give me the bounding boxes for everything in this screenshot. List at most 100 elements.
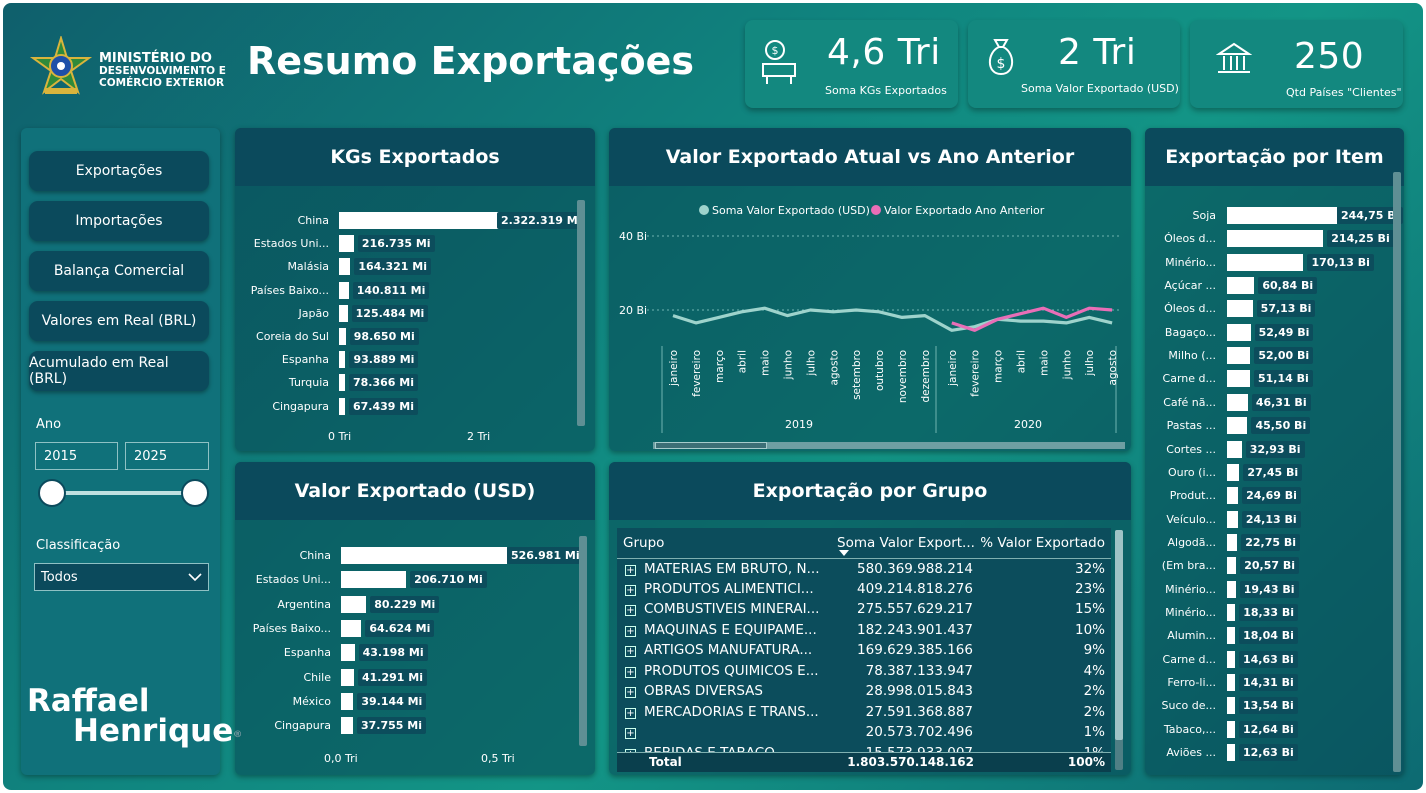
item-label: Óleos d...: [1164, 302, 1216, 316]
item-value: 45,50 Bi: [1251, 417, 1311, 435]
expand-icon[interactable]: +: [625, 666, 636, 678]
expand-icon[interactable]: +: [625, 728, 636, 740]
table-row[interactable]: + MATERIAS EM BRUTO, N... 580.369.988.214…: [617, 558, 1111, 579]
item-bar[interactable]: [1227, 744, 1235, 762]
group-scrollbar-thumb[interactable]: [1115, 530, 1123, 740]
item-bar[interactable]: [1227, 417, 1248, 435]
usd-scrollbar[interactable]: [579, 536, 587, 746]
usd-bar[interactable]: [341, 547, 507, 564]
ano-to-input[interactable]: 2025: [125, 442, 209, 470]
line-hscroll-thumb[interactable]: [655, 442, 767, 449]
expand-icon[interactable]: +: [625, 584, 636, 596]
usd-bar[interactable]: [341, 571, 407, 589]
nav-exportacoes-button[interactable]: Exportações: [29, 151, 209, 191]
kgs-bar[interactable]: [339, 351, 346, 369]
usd-bar[interactable]: [341, 595, 367, 613]
kgs-bar[interactable]: [339, 374, 345, 392]
item-bar[interactable]: [1227, 720, 1235, 738]
item-bar[interactable]: [1227, 463, 1240, 481]
expand-icon[interactable]: +: [625, 625, 636, 637]
usd-bar[interactable]: [341, 668, 354, 686]
kgs-bar[interactable]: [339, 397, 345, 415]
group-pct: 2%: [1083, 703, 1105, 720]
usd-value: 206.710 Mi: [410, 571, 487, 589]
kgs-bar[interactable]: [339, 328, 346, 345]
item-label: Produt...: [1169, 489, 1216, 503]
table-row[interactable]: + COMBUSTIVEIS MINERAI... 275.557.629.217…: [617, 599, 1111, 620]
nav-importacoes-button[interactable]: Importações: [29, 201, 209, 241]
item-bar[interactable]: [1227, 393, 1248, 411]
usd-title: Valor Exportado (USD): [235, 462, 595, 520]
kgs-bar[interactable]: [339, 212, 499, 229]
item-bar[interactable]: [1227, 487, 1239, 505]
kgs-bar[interactable]: [339, 235, 354, 253]
item-bar[interactable]: [1227, 674, 1235, 691]
table-row[interactable]: + OBRAS DIVERSAS 28.998.015.843 2%: [617, 681, 1111, 702]
item-bar[interactable]: [1227, 277, 1255, 295]
item-bar[interactable]: [1227, 533, 1238, 551]
usd-bar[interactable]: [341, 644, 355, 662]
nav-valores-real-button[interactable]: Valores em Real (BRL): [29, 301, 209, 341]
expand-icon[interactable]: +: [625, 707, 636, 719]
usd-bar[interactable]: [341, 717, 353, 735]
expand-icon[interactable]: +: [625, 564, 636, 576]
item-bar[interactable]: [1227, 603, 1236, 621]
nav-acumulado-real-button[interactable]: Acumulado em Real (BRL): [29, 351, 209, 391]
table-row[interactable]: + MAQUINAS E EQUIPAME... 182.243.901.437 …: [617, 620, 1111, 641]
table-row[interactable]: + PRODUTOS QUIMICOS E... 78.387.133.947 4…: [617, 661, 1111, 682]
col-soma[interactable]: Soma Valor Export...: [831, 528, 977, 559]
item-bar[interactable]: [1227, 580, 1236, 598]
group-soma: 28.998.015.843: [865, 683, 973, 700]
item-bar[interactable]: [1227, 347, 1251, 365]
group-soma: 27.591.368.887: [865, 703, 973, 720]
kgs-bar[interactable]: [339, 304, 348, 322]
total-pct: 100%: [1067, 755, 1105, 769]
col-grupo[interactable]: Grupo: [617, 528, 831, 559]
ano-from-input[interactable]: 2015: [35, 442, 118, 470]
item-bar[interactable]: [1227, 370, 1250, 388]
col-pct[interactable]: % Valor Exportado: [977, 528, 1111, 559]
col-soma-label: Soma Valor Export...: [837, 534, 975, 551]
kgs-scrollbar[interactable]: [577, 200, 585, 426]
kpi-usd-card: $ 2 Tri Soma Valor Exportado (USD): [968, 20, 1180, 108]
kgs-value: 67.439 Mi: [349, 397, 418, 415]
usd-value: 80.229 Mi: [370, 595, 440, 613]
nav-balanca-button[interactable]: Balança Comercial: [29, 251, 209, 291]
item-label: Cortes ...: [1166, 442, 1216, 456]
item-bar[interactable]: [1227, 230, 1324, 248]
item-bar[interactable]: [1227, 253, 1304, 271]
expand-icon[interactable]: +: [625, 687, 636, 699]
group-soma: 78.387.133.947: [865, 662, 973, 679]
item-bar[interactable]: [1227, 557, 1237, 575]
item-label: Veículo...: [1166, 512, 1216, 526]
item-bar[interactable]: [1227, 207, 1337, 224]
item-bar[interactable]: [1227, 510, 1238, 528]
item-bar[interactable]: [1227, 627, 1236, 645]
item-bar[interactable]: [1227, 697, 1235, 715]
table-row[interactable]: + MERCADORIAS E TRANS... 27.591.368.887 2…: [617, 702, 1111, 723]
expand-icon[interactable]: +: [625, 605, 636, 617]
classificacao-select[interactable]: Todos: [34, 563, 209, 591]
table-row[interactable]: + 20.573.702.496 1%: [617, 722, 1111, 743]
kgs-bar[interactable]: [339, 281, 349, 299]
item-bar[interactable]: [1227, 650, 1235, 668]
item-label: Aviões ...: [1166, 746, 1216, 760]
table-row[interactable]: + ARTIGOS MANUFATURA... 169.629.385.166 9…: [617, 640, 1111, 661]
line-series: [672, 306, 1113, 332]
usd-bar[interactable]: [341, 619, 362, 637]
item-bar[interactable]: [1227, 300, 1253, 318]
usd-bar[interactable]: [341, 692, 354, 710]
group-soma: 275.557.629.217: [857, 601, 973, 618]
kgs-value: 216.735 Mi: [357, 235, 435, 253]
kgs-bar[interactable]: [339, 258, 351, 276]
ano-slider-handle-max[interactable]: [181, 479, 209, 507]
item-bar[interactable]: [1227, 323, 1251, 341]
ano-slider-track[interactable]: [51, 491, 196, 495]
group-card: Exportação por Grupo Grupo Soma Valor Ex…: [609, 462, 1131, 775]
table-row[interactable]: + PRODUTOS ALIMENTICI... 409.214.818.276 …: [617, 579, 1111, 600]
ano-slider-handle-min[interactable]: [38, 479, 66, 507]
expand-icon[interactable]: +: [625, 646, 636, 658]
items-scrollbar[interactable]: [1393, 172, 1401, 772]
item-bar[interactable]: [1227, 440, 1242, 458]
series-line-atual[interactable]: [672, 306, 1113, 332]
